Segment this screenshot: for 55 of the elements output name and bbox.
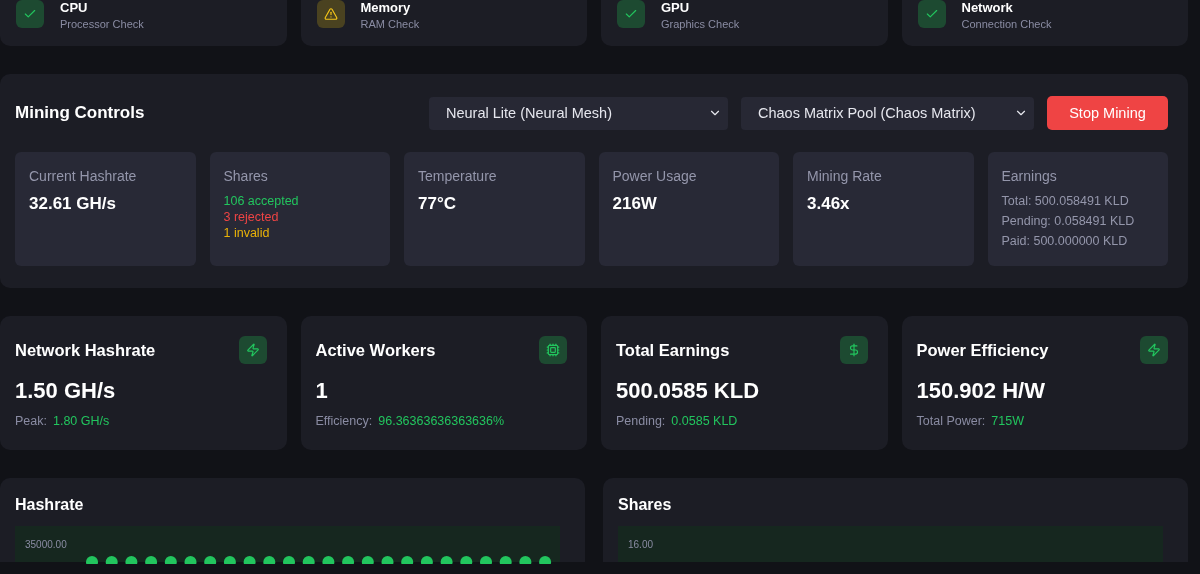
stat-value: 3.46x	[807, 194, 851, 214]
pool-select[interactable]: Chaos Matrix Pool (Chaos Matrix)	[741, 96, 1034, 130]
panel-title: Mining Controls	[15, 103, 146, 123]
warning-icon	[323, 7, 338, 21]
earnings-line: Pending: 0.058491 KLD	[1001, 214, 1136, 228]
card-title: Active Workers	[315, 340, 436, 360]
check-title: CPU	[60, 0, 89, 15]
chart-title: Hashrate	[15, 496, 85, 514]
axis-tick-label: 16.00	[628, 539, 654, 550]
algorithm-select[interactable]: Neural Lite (Neural Mesh)	[429, 96, 728, 130]
share-count: 106 accepted	[223, 194, 300, 208]
earnings-line: Total: 500.058491 KLD	[1001, 194, 1130, 208]
card-title: Power Efficiency	[916, 340, 1049, 360]
check-title: GPU	[661, 0, 691, 15]
stop-mining-button[interactable]: Stop Mining	[1047, 96, 1168, 130]
check-subtitle: Processor Check	[60, 18, 144, 30]
chart-title: Shares	[618, 496, 673, 514]
check-icon	[624, 7, 638, 21]
sub-label: Pending:	[616, 414, 666, 428]
chip-icon	[546, 343, 560, 357]
sub-value: 1.80 GH/s	[52, 414, 110, 428]
card-value: 150.902 H/W	[916, 378, 1046, 404]
stat-value: 77°C	[418, 194, 457, 214]
sub-label: Total Power:	[916, 414, 986, 428]
check-icon	[23, 7, 37, 21]
check-title: Network	[961, 0, 1014, 15]
sub-value: 715W	[991, 414, 1024, 428]
stat-value: 32.61 GH/s	[29, 194, 117, 214]
stat-label: Earnings	[1001, 168, 1058, 184]
earnings-line: Paid: 500.000000 KLD	[1001, 234, 1129, 248]
check-subtitle: RAM Check	[360, 18, 420, 30]
share-count: 1 invalid	[223, 226, 271, 240]
card-title: Total Earnings	[616, 340, 730, 360]
stat-label: Current Hashrate	[29, 168, 138, 184]
card-value: 1	[315, 378, 329, 404]
card-value: 1.50 GH/s	[15, 378, 117, 404]
check-title: Memory	[360, 0, 412, 15]
lightning-icon	[245, 343, 260, 357]
check-icon	[924, 7, 939, 21]
check-subtitle: Graphics Check	[661, 18, 740, 30]
stat-label: Power Usage	[612, 168, 698, 184]
sub-value: 96.36363636363636%	[378, 414, 505, 428]
stat-label: Temperature	[418, 168, 498, 184]
stat-label: Mining Rate	[807, 168, 883, 184]
lightning-icon	[1147, 343, 1161, 357]
check-subtitle: Connection Check	[961, 18, 1052, 30]
card-title: Network Hashrate	[15, 340, 156, 360]
share-count: 3 rejected	[223, 210, 280, 224]
stat-value: 216W	[612, 194, 658, 214]
card-value: 500.0585 KLD	[616, 378, 761, 404]
stat-label: Shares	[223, 168, 269, 184]
axis-tick-label: 35000.00	[25, 539, 67, 550]
sub-label: Efficiency:	[315, 414, 373, 428]
sub-value: 0.0585 KLD	[671, 414, 738, 428]
sub-label: Peak:	[15, 414, 47, 428]
